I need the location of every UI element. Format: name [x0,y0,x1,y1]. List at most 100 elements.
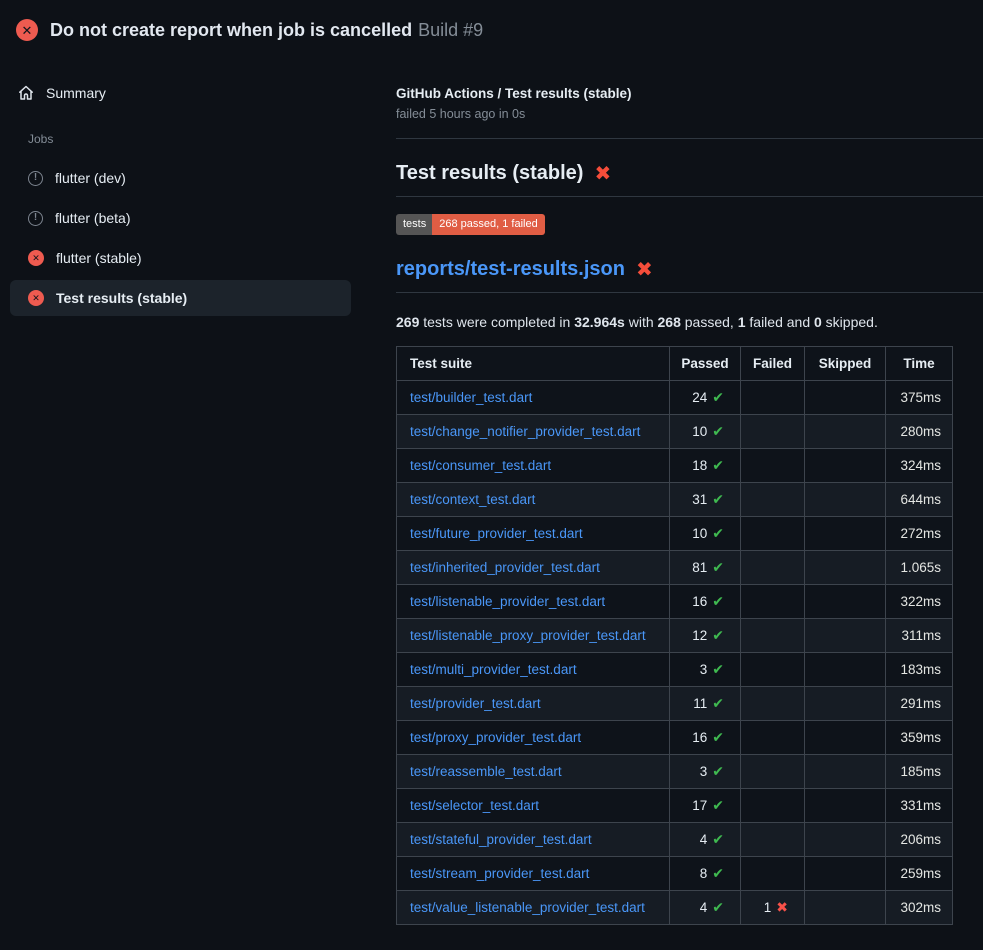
failed-cell [741,619,805,653]
suite-cell: test/consumer_test.dart [397,449,670,483]
skipped-cell [805,857,886,891]
check-icon: ✔ [712,695,724,711]
suite-link[interactable]: test/provider_test.dart [410,696,541,711]
suite-link[interactable]: test/multi_provider_test.dart [410,662,577,677]
suite-link[interactable]: test/consumer_test.dart [410,458,551,473]
skipped-cell [805,585,886,619]
suite-cell: test/stream_provider_test.dart [397,857,670,891]
suite-cell: test/context_test.dart [397,483,670,517]
check-icon: ✔ [712,559,724,575]
passed-count: 8 [700,866,708,881]
suite-link[interactable]: test/context_test.dart [410,492,535,507]
check-icon: ✔ [712,865,724,881]
passed-cell: 10 ✔ [670,415,741,449]
badge-value: 268 passed, 1 failed [432,214,544,235]
suite-link[interactable]: test/stream_provider_test.dart [410,866,589,881]
time-cell: 359ms [886,721,953,755]
sidebar-item-job-0[interactable]: ! flutter (dev) [10,160,351,196]
job-cancelled-icon: ! [28,171,43,186]
summary-segment: with [625,314,658,330]
test-results-table: Test suitePassedFailedSkippedTime test/b… [396,346,953,925]
skipped-cell [805,483,886,517]
skipped-cell [805,381,886,415]
summary-segment: tests were completed in [419,314,574,330]
check-icon: ✔ [712,423,724,439]
passed-count: 17 [692,798,707,813]
sidebar-item-job-3[interactable]: ✕Test results (stable) [10,280,351,316]
suite-link[interactable]: test/builder_test.dart [410,390,532,405]
sidebar-item-job-1[interactable]: !flutter (beta) [10,200,351,236]
failed-cell [741,653,805,687]
passed-count: 4 [700,832,708,847]
suite-link[interactable]: test/listenable_provider_test.dart [410,594,605,609]
report-file-link[interactable]: reports/test-results.json [396,258,625,281]
suite-link[interactable]: test/future_provider_test.dart [410,526,583,541]
failed-cell [741,857,805,891]
tests-badge[interactable]: tests 268 passed, 1 failed [396,214,545,235]
job-label: Test results (stable) [56,290,187,306]
suite-link[interactable]: test/stateful_provider_test.dart [410,832,592,847]
time-cell: 311ms [886,619,953,653]
table-body: test/builder_test.dart24✔375mstest/chang… [397,381,953,925]
check-icon: ✔ [712,763,724,779]
column-header-suite: Test suite [397,347,670,381]
suite-link[interactable]: test/inherited_provider_test.dart [410,560,600,575]
time-cell: 272ms [886,517,953,551]
suite-cell: test/stateful_provider_test.dart [397,823,670,857]
passed-cell: 16✔ [670,721,741,755]
failed-cell [741,687,805,721]
passed-cell: 12✔ [670,619,741,653]
passed-cell: 31✔ [670,483,741,517]
passed-cell: 8✔ [670,857,741,891]
summary-segment: 269 [396,314,419,330]
sidebar-item-summary[interactable]: Summary [10,78,351,108]
failed-cell [741,585,805,619]
suite-cell: test/reassemble_test.dart [397,755,670,789]
failed-cell [741,415,805,449]
passed-cell: 10✔ [670,517,741,551]
suite-link[interactable]: test/listenable_proxy_provider_test.dart [410,628,646,643]
time-cell: 280ms [886,415,953,449]
failed-cell [741,449,805,483]
suite-cell: test/future_provider_test.dart [397,517,670,551]
table-header-row: Test suitePassedFailedSkippedTime [397,347,953,381]
suite-link[interactable]: test/value_listenable_provider_test.dart [410,900,645,915]
passed-cell: 3✔ [670,755,741,789]
time-cell: 185ms [886,755,953,789]
job-label: flutter (stable) [56,250,142,266]
table-row: test/inherited_provider_test.dart 81✔ 1.06… [397,551,953,585]
passed-cell: 4✔ [670,891,741,925]
job-label: flutter (dev) [55,170,126,186]
divider [396,138,983,139]
skipped-cell [805,653,886,687]
passed-cell: 11✔ [670,687,741,721]
sidebar-item-job-2[interactable]: ✕flutter (stable) [10,240,351,276]
check-icon: ✔ [712,593,724,609]
home-icon [18,85,34,101]
time-cell: 331ms [886,789,953,823]
jobs-sidebar: Summary Jobs !flutter (dev)!flutter (bet… [0,56,361,320]
summary-segment: skipped. [822,314,878,330]
suite-link[interactable]: test/reassemble_test.dart [410,764,562,779]
suite-link[interactable]: test/change_notifier_provider_test.dart [410,424,640,439]
build-header: ✕ Do not create report when job is cance… [0,0,983,56]
badge-label: tests [396,214,432,235]
suite-cell: test/builder_test.dart [397,381,670,415]
job-label: flutter (beta) [55,210,130,226]
passed-count: 16 [692,730,707,745]
table-row: test/listenable_provider_test.dart16✔322… [397,585,953,619]
time-cell: 1.065s [886,551,953,585]
check-icon: ✔ [712,457,724,473]
summary-segment: 0 [814,314,822,330]
suite-link[interactable]: test/selector_test.dart [410,798,539,813]
table-row: test/change_notifier_provider_test.dart 1… [397,415,953,449]
passed-count: 10 [692,424,707,439]
test-summary-text: 269 tests were completed in 32.964s with… [396,314,983,330]
time-cell: 291ms [886,687,953,721]
column-header-skipped: Skipped [805,347,886,381]
summary-segment: failed and [746,314,815,330]
suite-link[interactable]: test/proxy_provider_test.dart [410,730,581,745]
summary-segment: 1 [738,314,746,330]
passed-cell: 81✔ [670,551,741,585]
failed-icon: ✖ [636,260,653,280]
